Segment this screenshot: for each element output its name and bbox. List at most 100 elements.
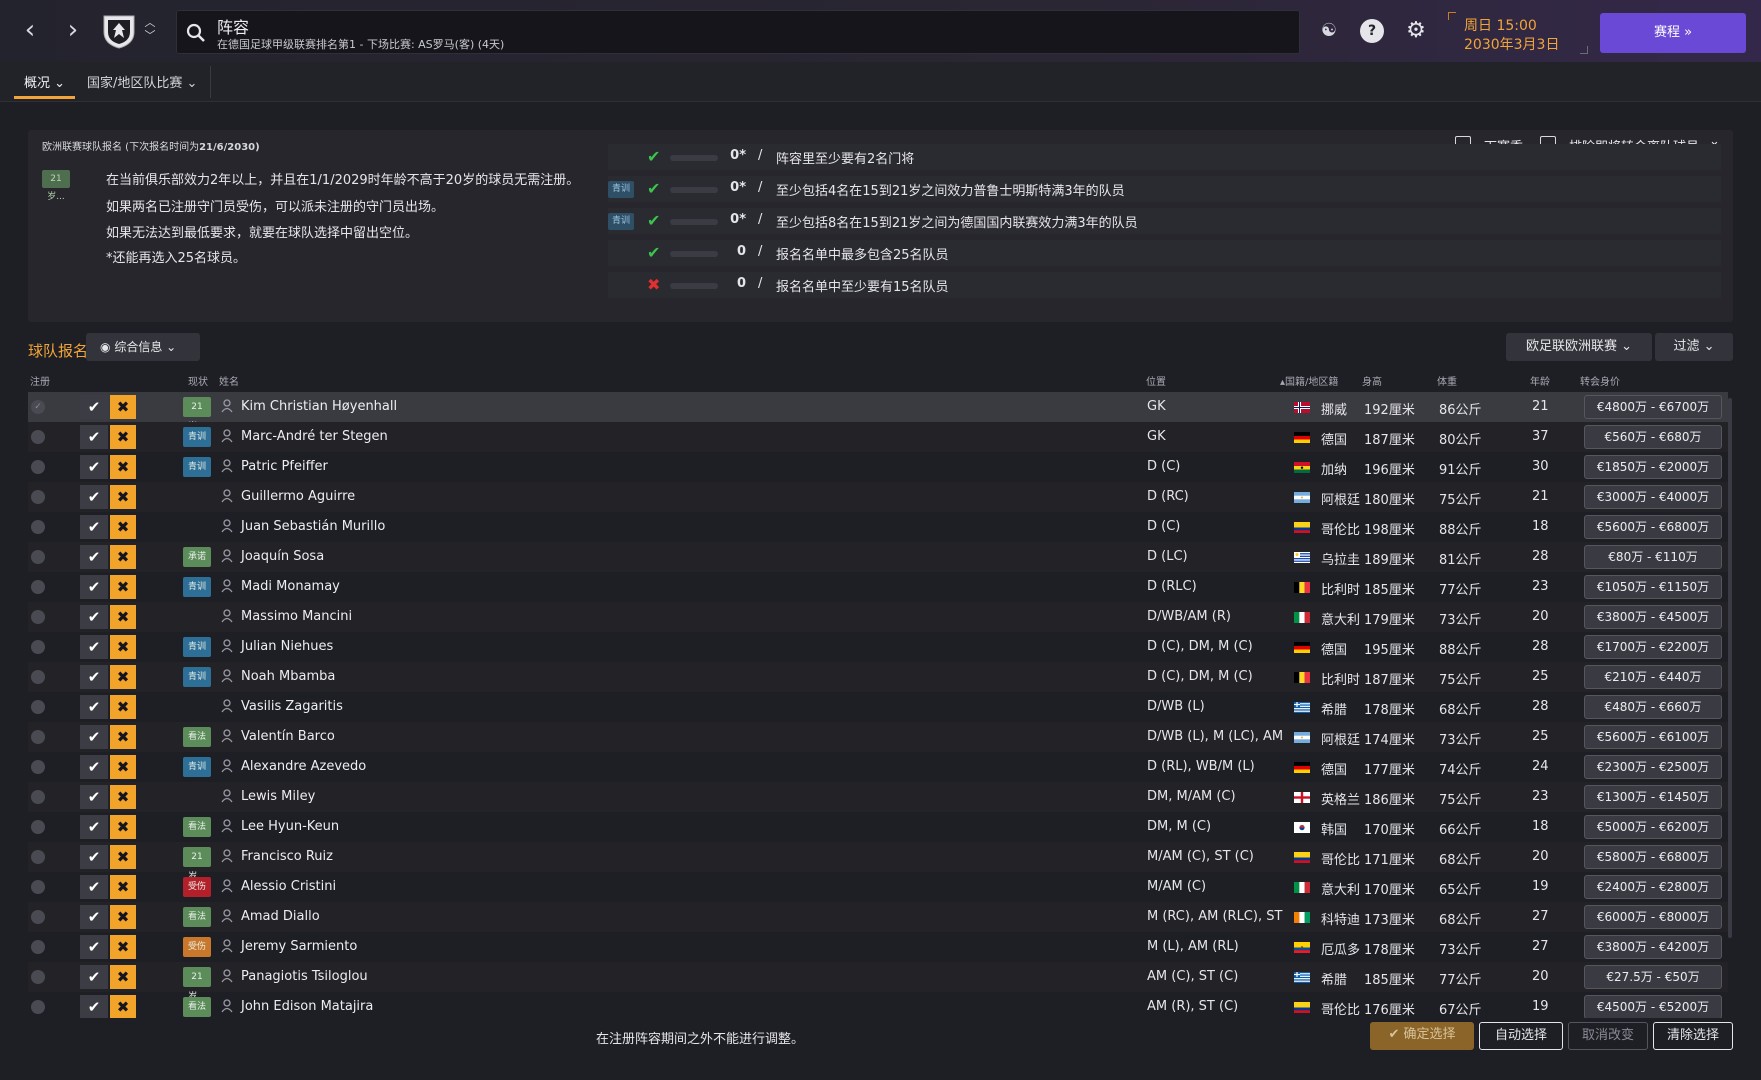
table-row[interactable]: ✔✖ 21岁... Panagiotis Tsiloglou AM (C), ST (… (28, 962, 1728, 1002)
cancel-changes-button[interactable]: 取消改变 (1568, 1022, 1648, 1050)
table-row[interactable]: ✔ ✖ 青训 Marc-André ter Stegen GK 德国 187厘米 80公斤 37… (28, 422, 1728, 452)
registered-check-icon[interactable] (31, 730, 45, 744)
player-name[interactable]: Lewis Miley (241, 789, 315, 804)
unregister-button[interactable]: ✖ (110, 695, 136, 719)
player-name[interactable]: Francisco Ruiz (241, 849, 333, 864)
player-name[interactable]: Joaquín Sosa (241, 549, 324, 564)
registered-check-icon[interactable] (31, 520, 45, 534)
unregister-button[interactable]: ✖ (110, 635, 136, 659)
player-nation[interactable]: 德国 (1321, 429, 1347, 448)
register-button[interactable]: ✔ (80, 725, 108, 749)
table-row[interactable]: ✔ ✖ 承诺 Joaquín Sosa D (LC) 乌拉圭 189厘米 81公斤 28 €80万… (28, 542, 1728, 572)
registered-check-icon[interactable] (31, 970, 45, 984)
register-button[interactable]: ✔ (80, 545, 108, 569)
player-name[interactable]: Panagiotis Tsiloglou (241, 969, 368, 984)
player-nation[interactable]: 英格兰 (1321, 789, 1360, 808)
search-box[interactable]: 阵容 在德国足球甲级联赛排名第1 - 下场比赛: AS罗马(客) (4天) (176, 10, 1300, 54)
register-button[interactable]: ✔ (80, 965, 108, 989)
player-name[interactable]: Marc-André ter Stegen (241, 429, 388, 444)
register-button[interactable]: ✔ (80, 755, 108, 779)
register-button[interactable]: ✔ (80, 425, 108, 449)
register-button[interactable]: ✔ (80, 935, 108, 959)
brain-icon[interactable]: ☯ (1317, 19, 1341, 43)
gear-icon[interactable]: ⚙ (1404, 19, 1428, 43)
unregister-button[interactable]: ✖ (110, 905, 136, 929)
table-row[interactable]: ✓ ✔✖ 21岁... Kim Christian Høyenhall GK 挪威 192厘… (28, 392, 1728, 432)
player-nation[interactable]: 阿根廷 (1321, 489, 1360, 508)
player-nation[interactable]: 乌拉圭 (1321, 549, 1360, 568)
player-nation[interactable]: 韩国 (1321, 819, 1347, 838)
table-row[interactable]: ✔✖ 看法 Amad Diallo M (RC), AM (RLC), ST (...… (28, 902, 1728, 932)
player-nation[interactable]: 比利时 (1321, 579, 1360, 598)
unregister-button[interactable]: ✖ (110, 395, 136, 419)
player-name[interactable]: Valentín Barco (241, 729, 335, 744)
table-row[interactable]: ✔ ✖ Vasilis Zagaritis D/WB (L) 希腊 178厘米 68公斤 28… (28, 692, 1728, 722)
column-header-name[interactable]: 姓名 (219, 373, 239, 388)
table-row[interactable]: ✔ ✖ 受伤 Alessio Cristini M/AM (C) 意大利 170厘米 65公斤… (28, 872, 1728, 902)
player-name[interactable]: Vasilis Zagaritis (241, 699, 343, 714)
player-nation[interactable]: 科特迪 (1321, 909, 1360, 928)
confirm-selection-button[interactable]: ✔ 确定选择 (1370, 1022, 1474, 1050)
club-switch-icon[interactable]: ︿ ﹀ (143, 16, 157, 46)
column-header-registered[interactable]: 注册 (30, 373, 50, 388)
player-nation[interactable]: 意大利 (1321, 609, 1360, 628)
table-row[interactable]: ✔ ✖ 青训 Madi Monamay D (RLC) 比利时 185厘米 77公斤 23 €10… (28, 572, 1728, 602)
registered-check-icon[interactable] (31, 610, 45, 624)
registered-check-icon[interactable] (31, 910, 45, 924)
player-name[interactable]: Julian Niehues (241, 639, 333, 654)
register-button[interactable]: ✔ (80, 515, 108, 539)
player-nation[interactable]: 希腊 (1321, 969, 1347, 988)
register-button[interactable]: ✔ (80, 875, 108, 899)
player-name[interactable]: Massimo Mancini (241, 609, 352, 624)
column-header-position[interactable]: 位置 (1146, 373, 1166, 388)
register-button[interactable]: ✔ (80, 395, 108, 419)
player-name[interactable]: Alessio Cristini (241, 879, 336, 894)
table-row[interactable]: ✔ ✖ 青训 Alexandre Azevedo D (RL), WB/M (L) 德国 1… (28, 752, 1728, 782)
player-name[interactable]: Guillermo Aguirre (241, 489, 355, 504)
column-header-age[interactable]: 年龄 (1530, 373, 1550, 388)
competition-selector[interactable]: 欧足联欧洲联赛 ⌄ (1506, 333, 1652, 361)
registered-check-icon[interactable] (31, 490, 45, 504)
table-row[interactable]: ✔ ✖ 看法 John Edison Matajira AM (R), ST (C) 哥伦… (28, 992, 1728, 1018)
register-button[interactable]: ✔ (80, 995, 108, 1018)
register-button[interactable]: ✔ (80, 785, 108, 809)
table-row[interactable]: ✔✖ 21岁... Francisco Ruiz M/AM (C), ST (C) 哥伦… (28, 842, 1728, 882)
table-row[interactable]: ✔ ✖ Guillermo Aguirre D (RC) 阿根廷 180厘米 75公斤 21 €… (28, 482, 1728, 512)
register-button[interactable]: ✔ (80, 455, 108, 479)
register-button[interactable]: ✔ (80, 605, 108, 629)
registered-check-icon[interactable]: ✓ (31, 400, 45, 414)
table-row[interactable]: ✔ ✖ 青训 Julian Niehues D (C), DM, M (C) 德国 195厘… (28, 632, 1728, 662)
back-arrow-icon[interactable]: ‹ (15, 14, 45, 46)
table-row[interactable]: ✔ ✖ 看法 Lee Hyun-Keun DM, M (C) 韩国 170厘米 66公斤 18 €… (28, 812, 1728, 842)
register-button[interactable]: ✔ (80, 905, 108, 929)
registered-check-icon[interactable] (31, 790, 45, 804)
player-nation[interactable]: 哥伦比 (1321, 849, 1360, 868)
registered-check-icon[interactable] (31, 940, 45, 954)
player-nation[interactable]: 厄瓜多 (1321, 939, 1360, 958)
player-nation[interactable]: 意大利 (1321, 879, 1360, 898)
table-row[interactable]: ✔ ✖ 受伤 Jeremy Sarmiento M (L), AM (RL) 厄瓜多 178… (28, 932, 1728, 962)
unregister-button[interactable]: ✖ (110, 605, 136, 629)
tab-overview[interactable]: 概况 ⌄ (14, 72, 76, 99)
unregister-button[interactable]: ✖ (110, 725, 136, 749)
table-row[interactable]: ✔ ✖ Lewis Miley DM, M/AM (C) 英格兰 186厘米 75公斤 23 €… (28, 782, 1728, 812)
unregister-button[interactable]: ✖ (110, 965, 136, 989)
registered-check-icon[interactable] (31, 760, 45, 774)
unregister-button[interactable]: ✖ (110, 875, 136, 899)
view-selector[interactable]: ◉ 综合信息 ⌄ (86, 333, 200, 361)
player-name[interactable]: Patric Pfeiffer (241, 459, 328, 474)
club-crest-icon[interactable] (100, 12, 138, 50)
table-row[interactable]: ✔✖ 看法 Valentín Barco D/WB (L), M (LC), AM (… (28, 722, 1728, 752)
unregister-button[interactable]: ✖ (110, 995, 136, 1018)
registered-check-icon[interactable] (31, 460, 45, 474)
player-name[interactable]: Juan Sebastián Murillo (241, 519, 385, 534)
continue-button[interactable]: 赛程 » (1600, 13, 1746, 53)
registered-check-icon[interactable] (31, 670, 45, 684)
registered-check-icon[interactable] (31, 580, 45, 594)
forward-arrow-icon[interactable]: › (58, 14, 88, 46)
register-button[interactable]: ✔ (80, 665, 108, 689)
player-name[interactable]: Amad Diallo (241, 909, 320, 924)
player-nation[interactable]: 比利时 (1321, 669, 1360, 688)
table-row[interactable]: ✔ ✖ Massimo Mancini D/WB/AM (R) 意大利 179厘米 73公斤… (28, 602, 1728, 632)
registered-check-icon[interactable] (31, 820, 45, 834)
